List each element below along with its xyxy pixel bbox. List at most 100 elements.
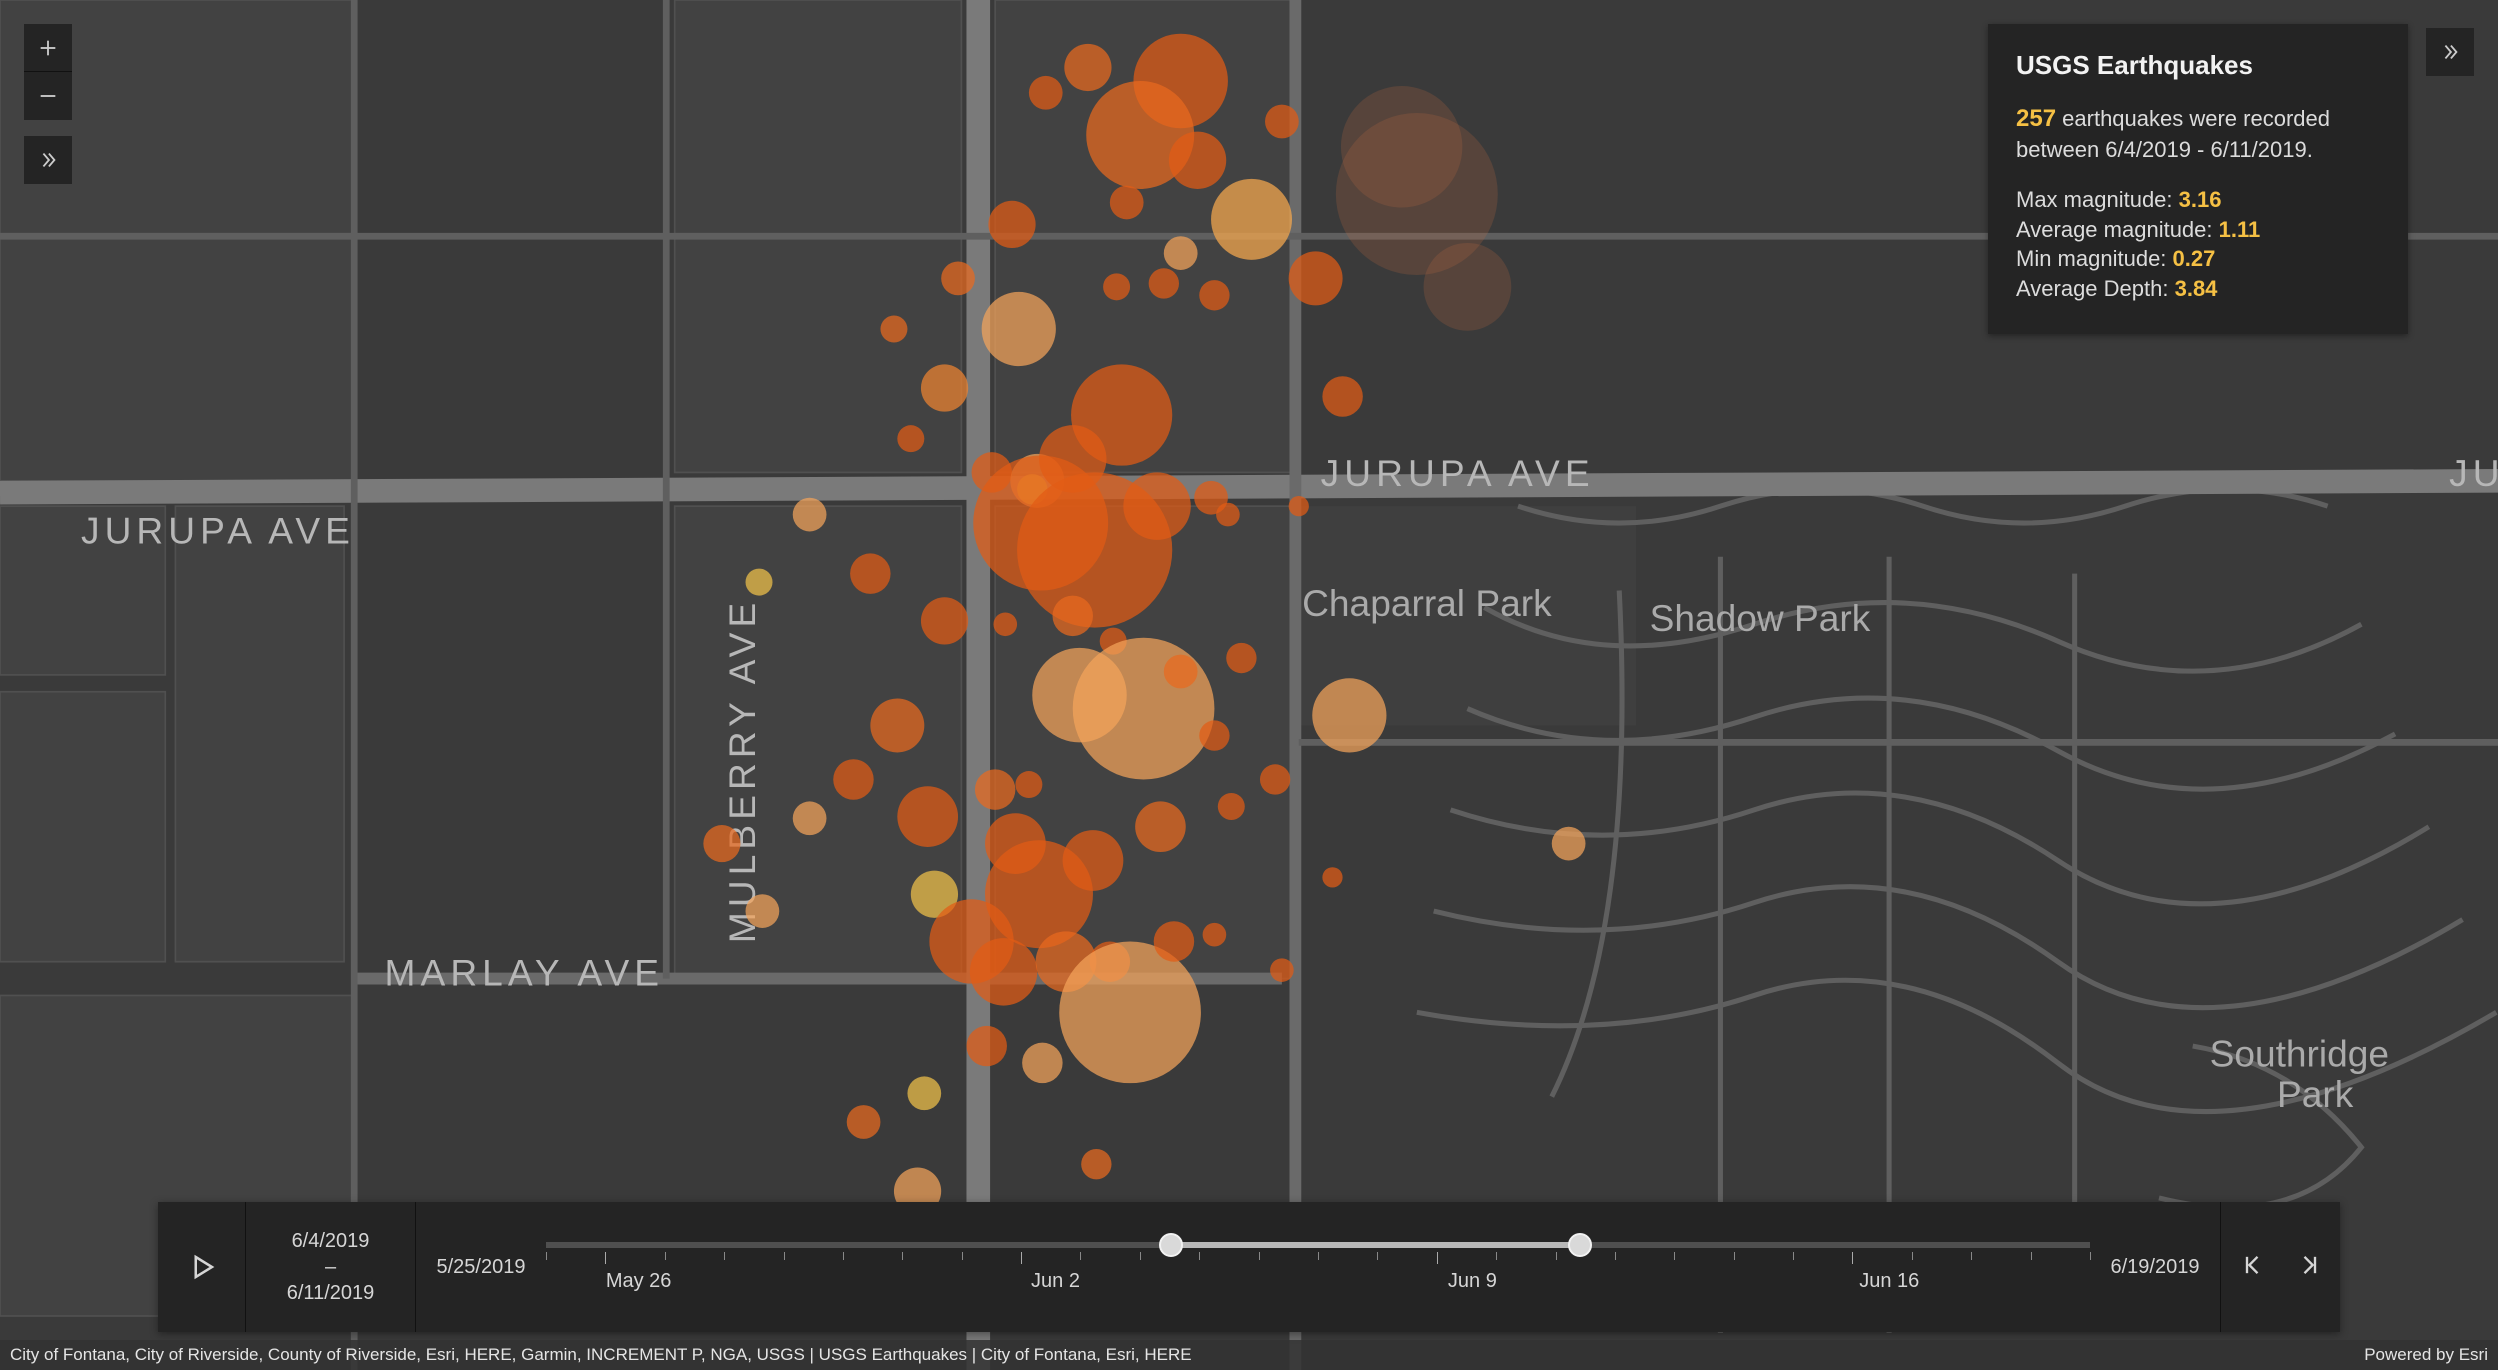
earthquake-point[interactable]: [850, 553, 890, 593]
tick-label: Jun 16: [1859, 1270, 1919, 1293]
earthquake-point[interactable]: [1022, 1043, 1062, 1083]
earthquake-point[interactable]: [982, 292, 1056, 366]
stat-max-magnitude: Max magnitude: 3.16: [2016, 185, 2380, 215]
earthquake-point[interactable]: [897, 425, 924, 452]
earthquake-point[interactable]: [1552, 827, 1586, 861]
minus-icon: [37, 85, 59, 107]
earthquake-point[interactable]: [1015, 771, 1042, 798]
play-icon: [187, 1252, 217, 1282]
earthquake-point[interactable]: [1135, 801, 1186, 852]
earthquake-point[interactable]: [793, 801, 827, 835]
earthquake-point[interactable]: [1110, 186, 1144, 220]
earthquake-point[interactable]: [1199, 720, 1229, 750]
earthquake-point[interactable]: [847, 1105, 881, 1139]
earthquake-point[interactable]: [1164, 236, 1198, 270]
step-back-icon: [2240, 1251, 2268, 1279]
stat-avg-magnitude: Average magnitude: 1.11: [2016, 215, 2380, 245]
earthquake-point[interactable]: [1081, 1149, 1111, 1179]
time-range-sep: –: [325, 1254, 336, 1280]
earthquake-point[interactable]: [1322, 867, 1342, 887]
play-button[interactable]: [158, 1202, 246, 1332]
earthquake-point[interactable]: [975, 769, 1015, 809]
earthquake-point[interactable]: [970, 938, 1037, 1005]
earthquake-point[interactable]: [1064, 44, 1111, 91]
earthquake-point[interactable]: [880, 316, 907, 343]
earthquake-point[interactable]: [988, 201, 1035, 248]
chevrons-right-icon: [2439, 41, 2461, 63]
park-label-southridge-2: Park: [2277, 1073, 2354, 1115]
stat-avg-depth: Average Depth: 3.84: [2016, 274, 2380, 304]
road-label-mulberry: MULBERRY AVE: [721, 598, 763, 943]
earthquake-point[interactable]: [746, 569, 773, 596]
earthquake-point[interactable]: [897, 786, 958, 847]
earthquake-point[interactable]: [907, 1076, 941, 1110]
earthquake-point[interactable]: [1218, 793, 1245, 820]
earthquake-point[interactable]: [1073, 638, 1215, 780]
earthquake-point[interactable]: [1059, 941, 1201, 1083]
park-label-shadow: Shadow Park: [1650, 597, 1871, 639]
earthquake-point[interactable]: [1216, 503, 1240, 527]
attribution-bar: City of Fontana, City of Riverside, Coun…: [0, 1340, 2498, 1370]
earthquake-point[interactable]: [1029, 76, 1063, 110]
attribution-text: City of Fontana, City of Riverside, Coun…: [10, 1345, 2344, 1365]
step-back-button[interactable]: [2234, 1245, 2274, 1290]
earthquake-point[interactable]: [703, 825, 740, 862]
earthquake-point[interactable]: [746, 894, 780, 928]
earthquake-point[interactable]: [1071, 364, 1172, 465]
earthquake-point[interactable]: [966, 1026, 1006, 1066]
earthquake-point[interactable]: [793, 498, 827, 532]
earthquake-point[interactable]: [1270, 958, 1294, 982]
earthquake-point[interactable]: [1203, 923, 1227, 947]
earthquake-point[interactable]: [1063, 830, 1124, 891]
earthquake-point[interactable]: [1289, 251, 1343, 305]
tick-label: Jun 2: [1031, 1270, 1080, 1293]
earthquake-point[interactable]: [1322, 376, 1362, 416]
earthquake-point[interactable]: [1289, 496, 1309, 516]
earthquake-point[interactable]: [993, 612, 1017, 636]
expand-right-button[interactable]: [2426, 28, 2474, 76]
extent-start-date: 5/25/2019: [416, 1202, 546, 1332]
earthquake-point[interactable]: [1169, 132, 1226, 189]
earthquake-point[interactable]: [833, 759, 873, 799]
earthquake-point[interactable]: [1164, 655, 1198, 689]
earthquake-point[interactable]: [1211, 179, 1292, 260]
park-label-chaparral: Chaparral Park: [1302, 582, 1552, 624]
earthquake-point[interactable]: [1265, 105, 1299, 139]
time-track[interactable]: May 26Jun 2Jun 9Jun 16: [546, 1202, 2090, 1332]
zoom-out-button[interactable]: [24, 72, 72, 120]
road-label-jurupa-left: JURUPA AVE: [81, 509, 355, 551]
earthquake-point[interactable]: [1052, 596, 1092, 636]
earthquake-point[interactable]: [1226, 643, 1256, 673]
time-range-display: 6/4/2019 – 6/11/2019: [246, 1202, 416, 1332]
earthquake-point[interactable]: [1103, 273, 1130, 300]
earthquake-point[interactable]: [1149, 268, 1179, 298]
time-nav-buttons: [2220, 1202, 2340, 1332]
road-label-jurupa-far: JU: [2449, 452, 2498, 494]
zoom-controls: [24, 24, 72, 120]
time-range-start: 6/4/2019: [292, 1228, 370, 1254]
step-forward-icon: [2294, 1251, 2322, 1279]
time-slider: 6/4/2019 – 6/11/2019 5/25/2019 May 26Jun…: [158, 1202, 2340, 1332]
info-panel: USGS Earthquakes 257 earthquakes were re…: [1988, 24, 2408, 334]
earthquake-point[interactable]: [941, 262, 975, 296]
road-label-jurupa-right: JURUPA AVE: [1321, 452, 1595, 494]
earthquake-point[interactable]: [921, 597, 968, 644]
earthquake-point[interactable]: [1154, 921, 1194, 961]
time-range-end: 6/11/2019: [287, 1280, 375, 1306]
earthquake-point[interactable]: [870, 698, 924, 752]
earthquake-point[interactable]: [1123, 472, 1190, 539]
step-forward-button[interactable]: [2288, 1245, 2328, 1290]
info-panel-summary: 257 earthquakes were recorded between 6/…: [2016, 103, 2380, 165]
powered-by: Powered by Esri: [2344, 1345, 2488, 1365]
earthquake-point[interactable]: [1199, 280, 1229, 310]
park-label-southridge-1: Southridge: [2210, 1032, 2389, 1074]
expand-left-button[interactable]: [24, 136, 72, 184]
zoom-in-button[interactable]: [24, 24, 72, 72]
info-panel-title: USGS Earthquakes: [2016, 50, 2380, 81]
earthquake-point[interactable]: [921, 364, 968, 411]
extent-end-date: 6/19/2019: [2090, 1202, 2220, 1332]
earthquake-point[interactable]: [1424, 243, 1512, 331]
plus-icon: [37, 37, 59, 59]
earthquake-point[interactable]: [1260, 764, 1290, 794]
earthquake-point[interactable]: [1312, 678, 1386, 752]
